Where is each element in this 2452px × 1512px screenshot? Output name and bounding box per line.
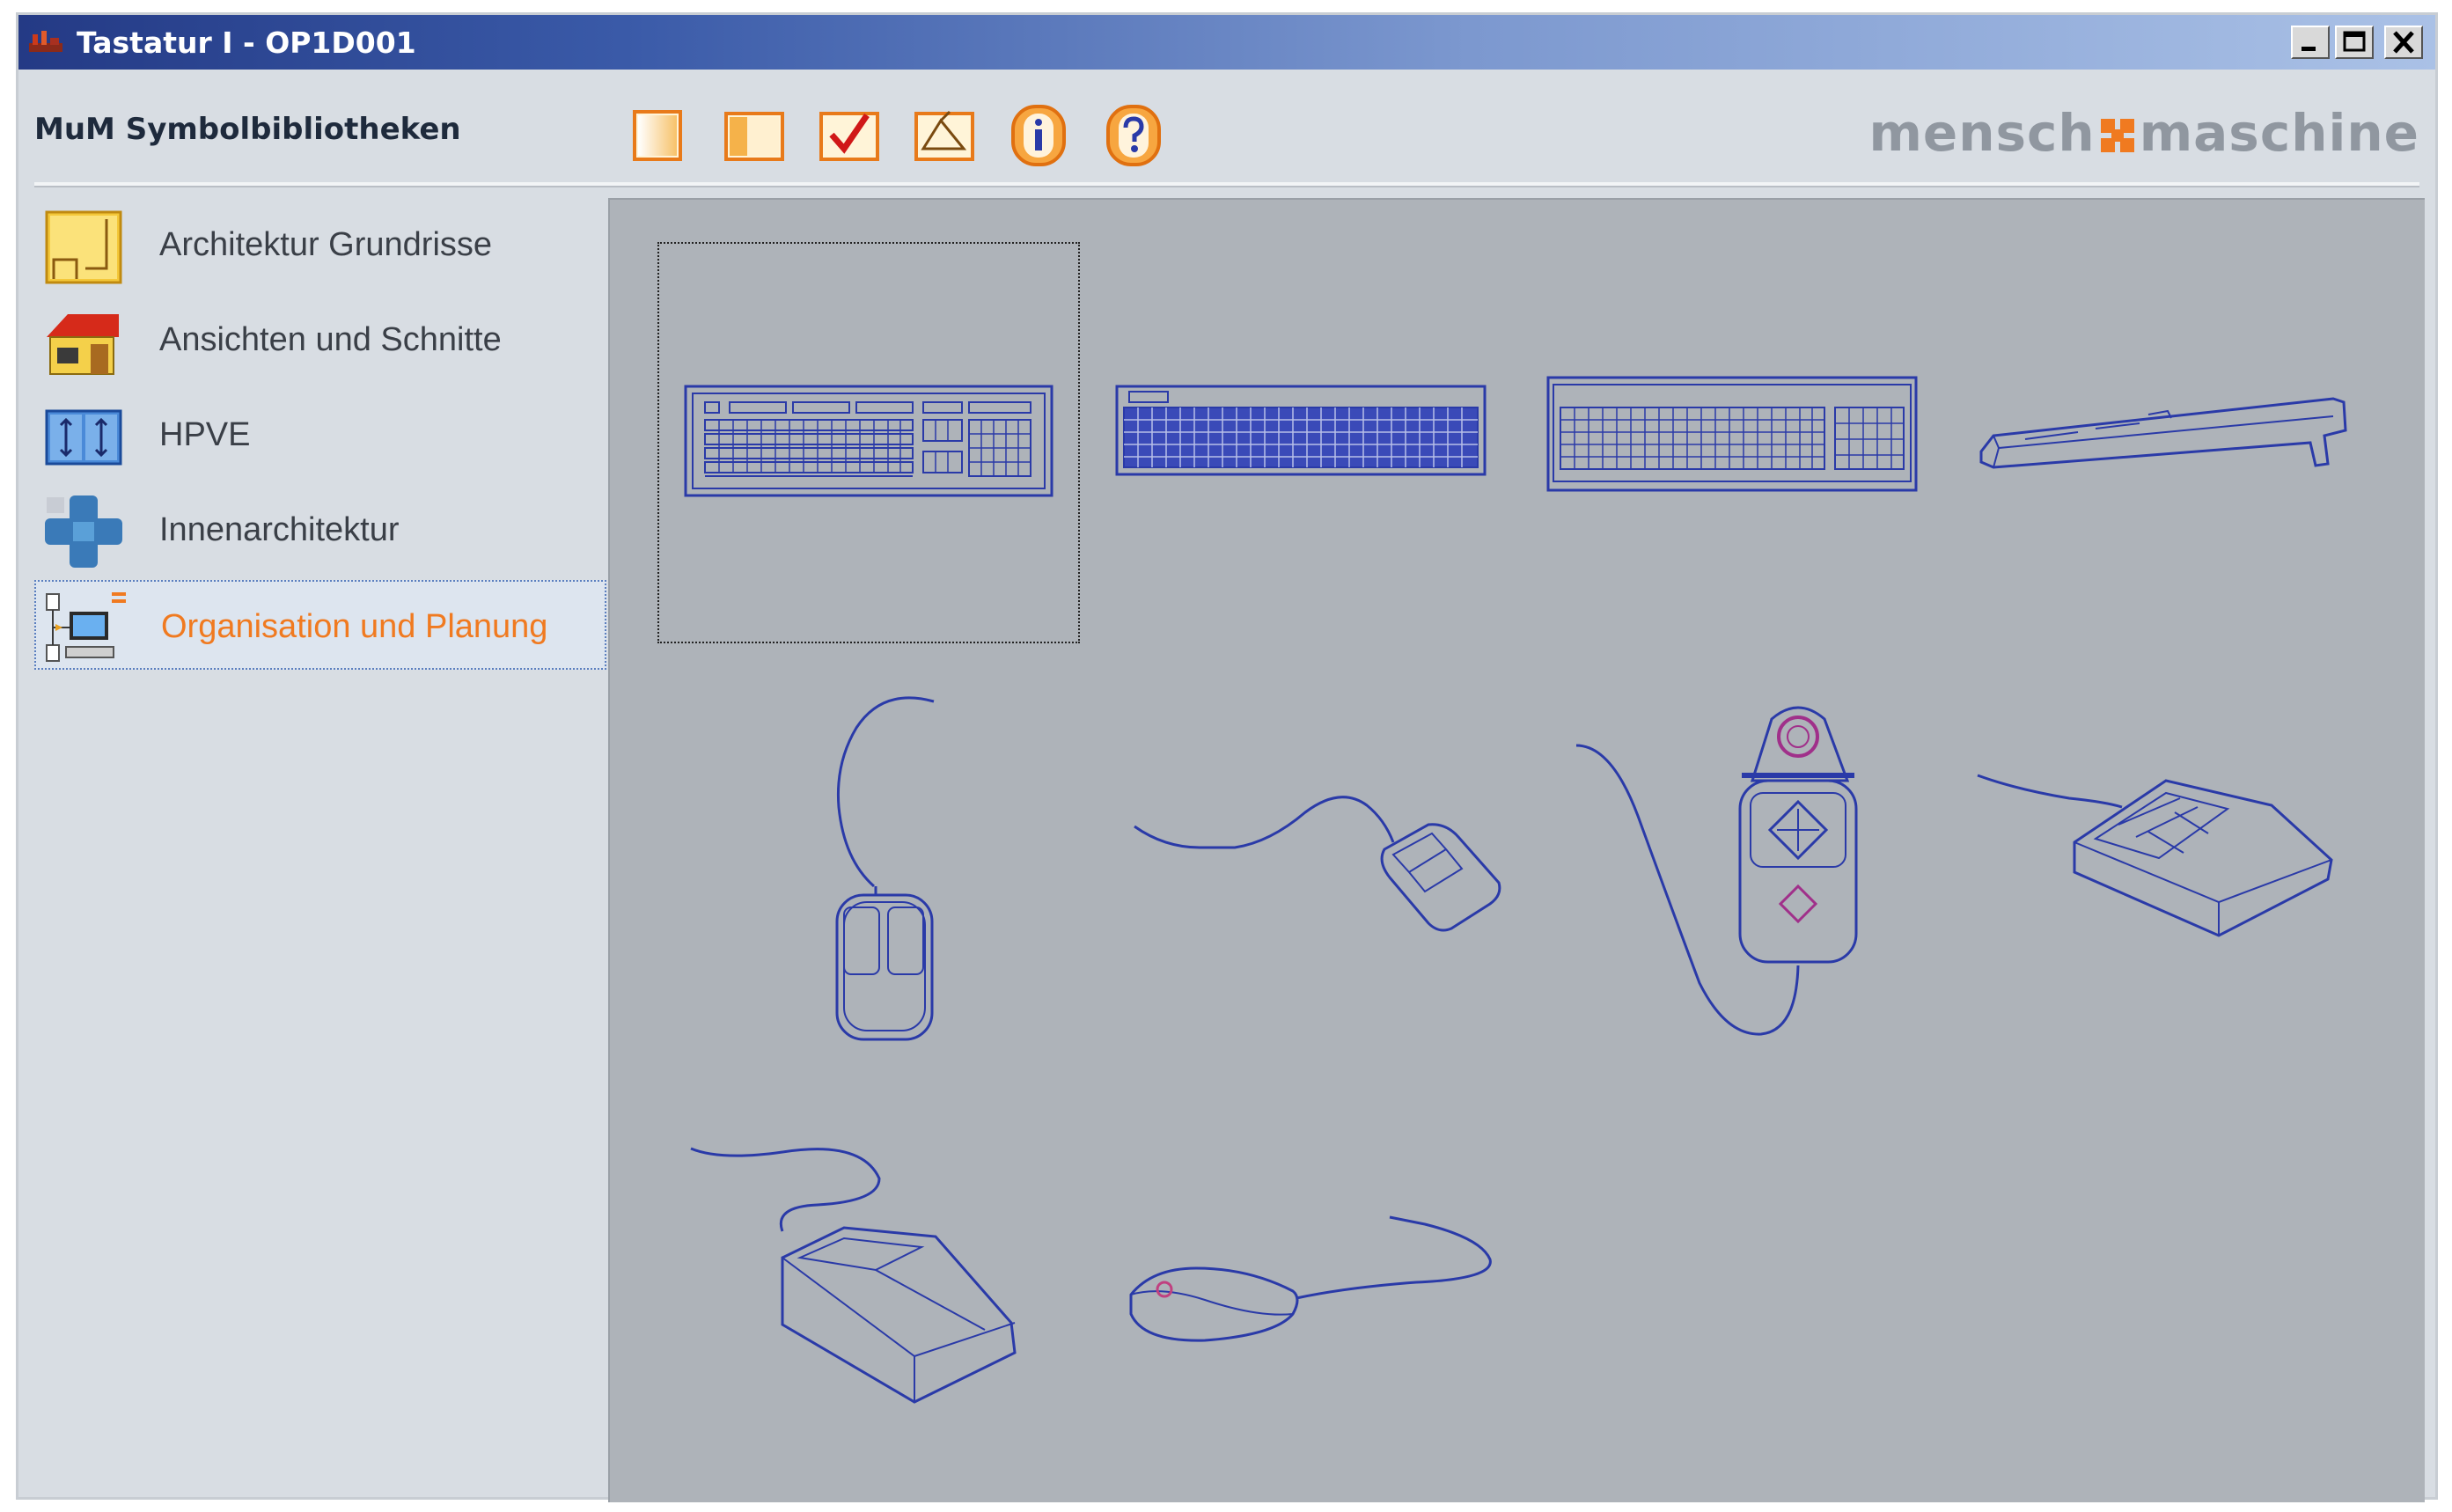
panel-button[interactable] xyxy=(721,103,786,168)
keyboard-3-symbol[interactable] xyxy=(1543,372,1921,495)
sidebar-item-label: HPVE xyxy=(159,416,251,453)
close-button[interactable] xyxy=(2384,26,2423,59)
floorplan-icon xyxy=(45,210,122,284)
sidebar-item-hpve[interactable]: HPVE xyxy=(34,390,606,480)
drawing-button[interactable] xyxy=(911,103,976,168)
title-bar[interactable]: Tastatur I - OP1D001 xyxy=(18,15,2435,70)
mouse-icon xyxy=(690,1147,1017,1404)
maximize-icon xyxy=(2343,31,2366,52)
new-button[interactable] xyxy=(626,103,691,168)
sidebar-item-label: Ansichten und Schnitte xyxy=(159,321,502,358)
mouse-2-symbol[interactable] xyxy=(1129,763,1508,957)
keyboard-2-symbol[interactable] xyxy=(1112,376,1490,481)
brand-logo: mensch maschine xyxy=(1868,103,2419,163)
minimize-icon xyxy=(2302,47,2316,51)
keyboard-icon xyxy=(684,385,1053,497)
application-window: Tastatur I - OP1D001 MuM Symbolbibliothe… xyxy=(16,12,2438,1502)
mouse-icon xyxy=(1134,796,1501,932)
sidebar-item-ansichten-und-schnitte[interactable]: Ansichten und Schnitte xyxy=(34,295,606,385)
sidebar-item-organisation-und-planung[interactable]: Organisation und Planung xyxy=(34,580,606,670)
hpve-icon xyxy=(45,409,122,466)
check-icon xyxy=(819,112,879,161)
house-icon xyxy=(47,314,119,375)
sidebar-item-label: Organisation und Planung xyxy=(161,608,548,645)
sidebar-item-label: Innenarchitektur xyxy=(159,511,400,548)
computer-icon xyxy=(46,592,126,662)
logo-text-right: maschine xyxy=(2139,103,2419,163)
toolbar-label: MuM Symbolbibliotheken xyxy=(34,112,461,147)
symbol-grid xyxy=(608,198,2425,1502)
mouse-icon xyxy=(1575,706,1858,1036)
interior-icon xyxy=(45,495,122,568)
sidebar-item-architektur-grundrisse[interactable]: Architektur Grundrisse xyxy=(34,200,606,290)
help-icon xyxy=(1106,105,1161,166)
maximize-button[interactable] xyxy=(2335,26,2374,59)
mouse-3-symbol[interactable] xyxy=(1567,684,1946,1062)
drawing-icon xyxy=(914,110,974,161)
help-button[interactable] xyxy=(1101,103,1166,168)
app-icon xyxy=(29,31,62,52)
check-button[interactable] xyxy=(816,103,881,168)
keyboard-icon xyxy=(1979,397,2347,469)
mouse-4-symbol[interactable] xyxy=(1972,754,2351,983)
sidebar-item-label: Architektur Grundrisse xyxy=(159,226,493,263)
close-icon xyxy=(2393,31,2414,54)
new-icon xyxy=(633,110,682,161)
mouse-1-symbol[interactable] xyxy=(777,684,953,1053)
logo-x-icon xyxy=(2100,119,2134,152)
info-button[interactable] xyxy=(1006,103,1071,168)
keyboard-4-symbol[interactable] xyxy=(1972,390,2351,487)
keyboard-icon xyxy=(1115,385,1487,476)
sidebar-item-innenarchitektur[interactable]: Innenarchitektur xyxy=(34,485,606,575)
logo-text-left: mensch xyxy=(1868,103,2096,163)
mouse-5-symbol[interactable] xyxy=(686,1134,1064,1425)
window-title: Tastatur I - OP1D001 xyxy=(77,26,416,60)
minimize-button[interactable] xyxy=(2291,26,2330,59)
mouse-icon xyxy=(835,696,935,1041)
keyboard-1-symbol[interactable] xyxy=(657,242,1080,643)
keyboard-icon xyxy=(1546,376,1918,492)
info-icon xyxy=(1011,105,1066,166)
toolbar-separator xyxy=(34,182,2419,187)
panel-icon xyxy=(724,112,784,161)
mouse-icon xyxy=(1129,1215,1492,1342)
mouse-icon xyxy=(1977,774,2333,937)
mouse-6-symbol[interactable] xyxy=(1126,1185,1504,1362)
